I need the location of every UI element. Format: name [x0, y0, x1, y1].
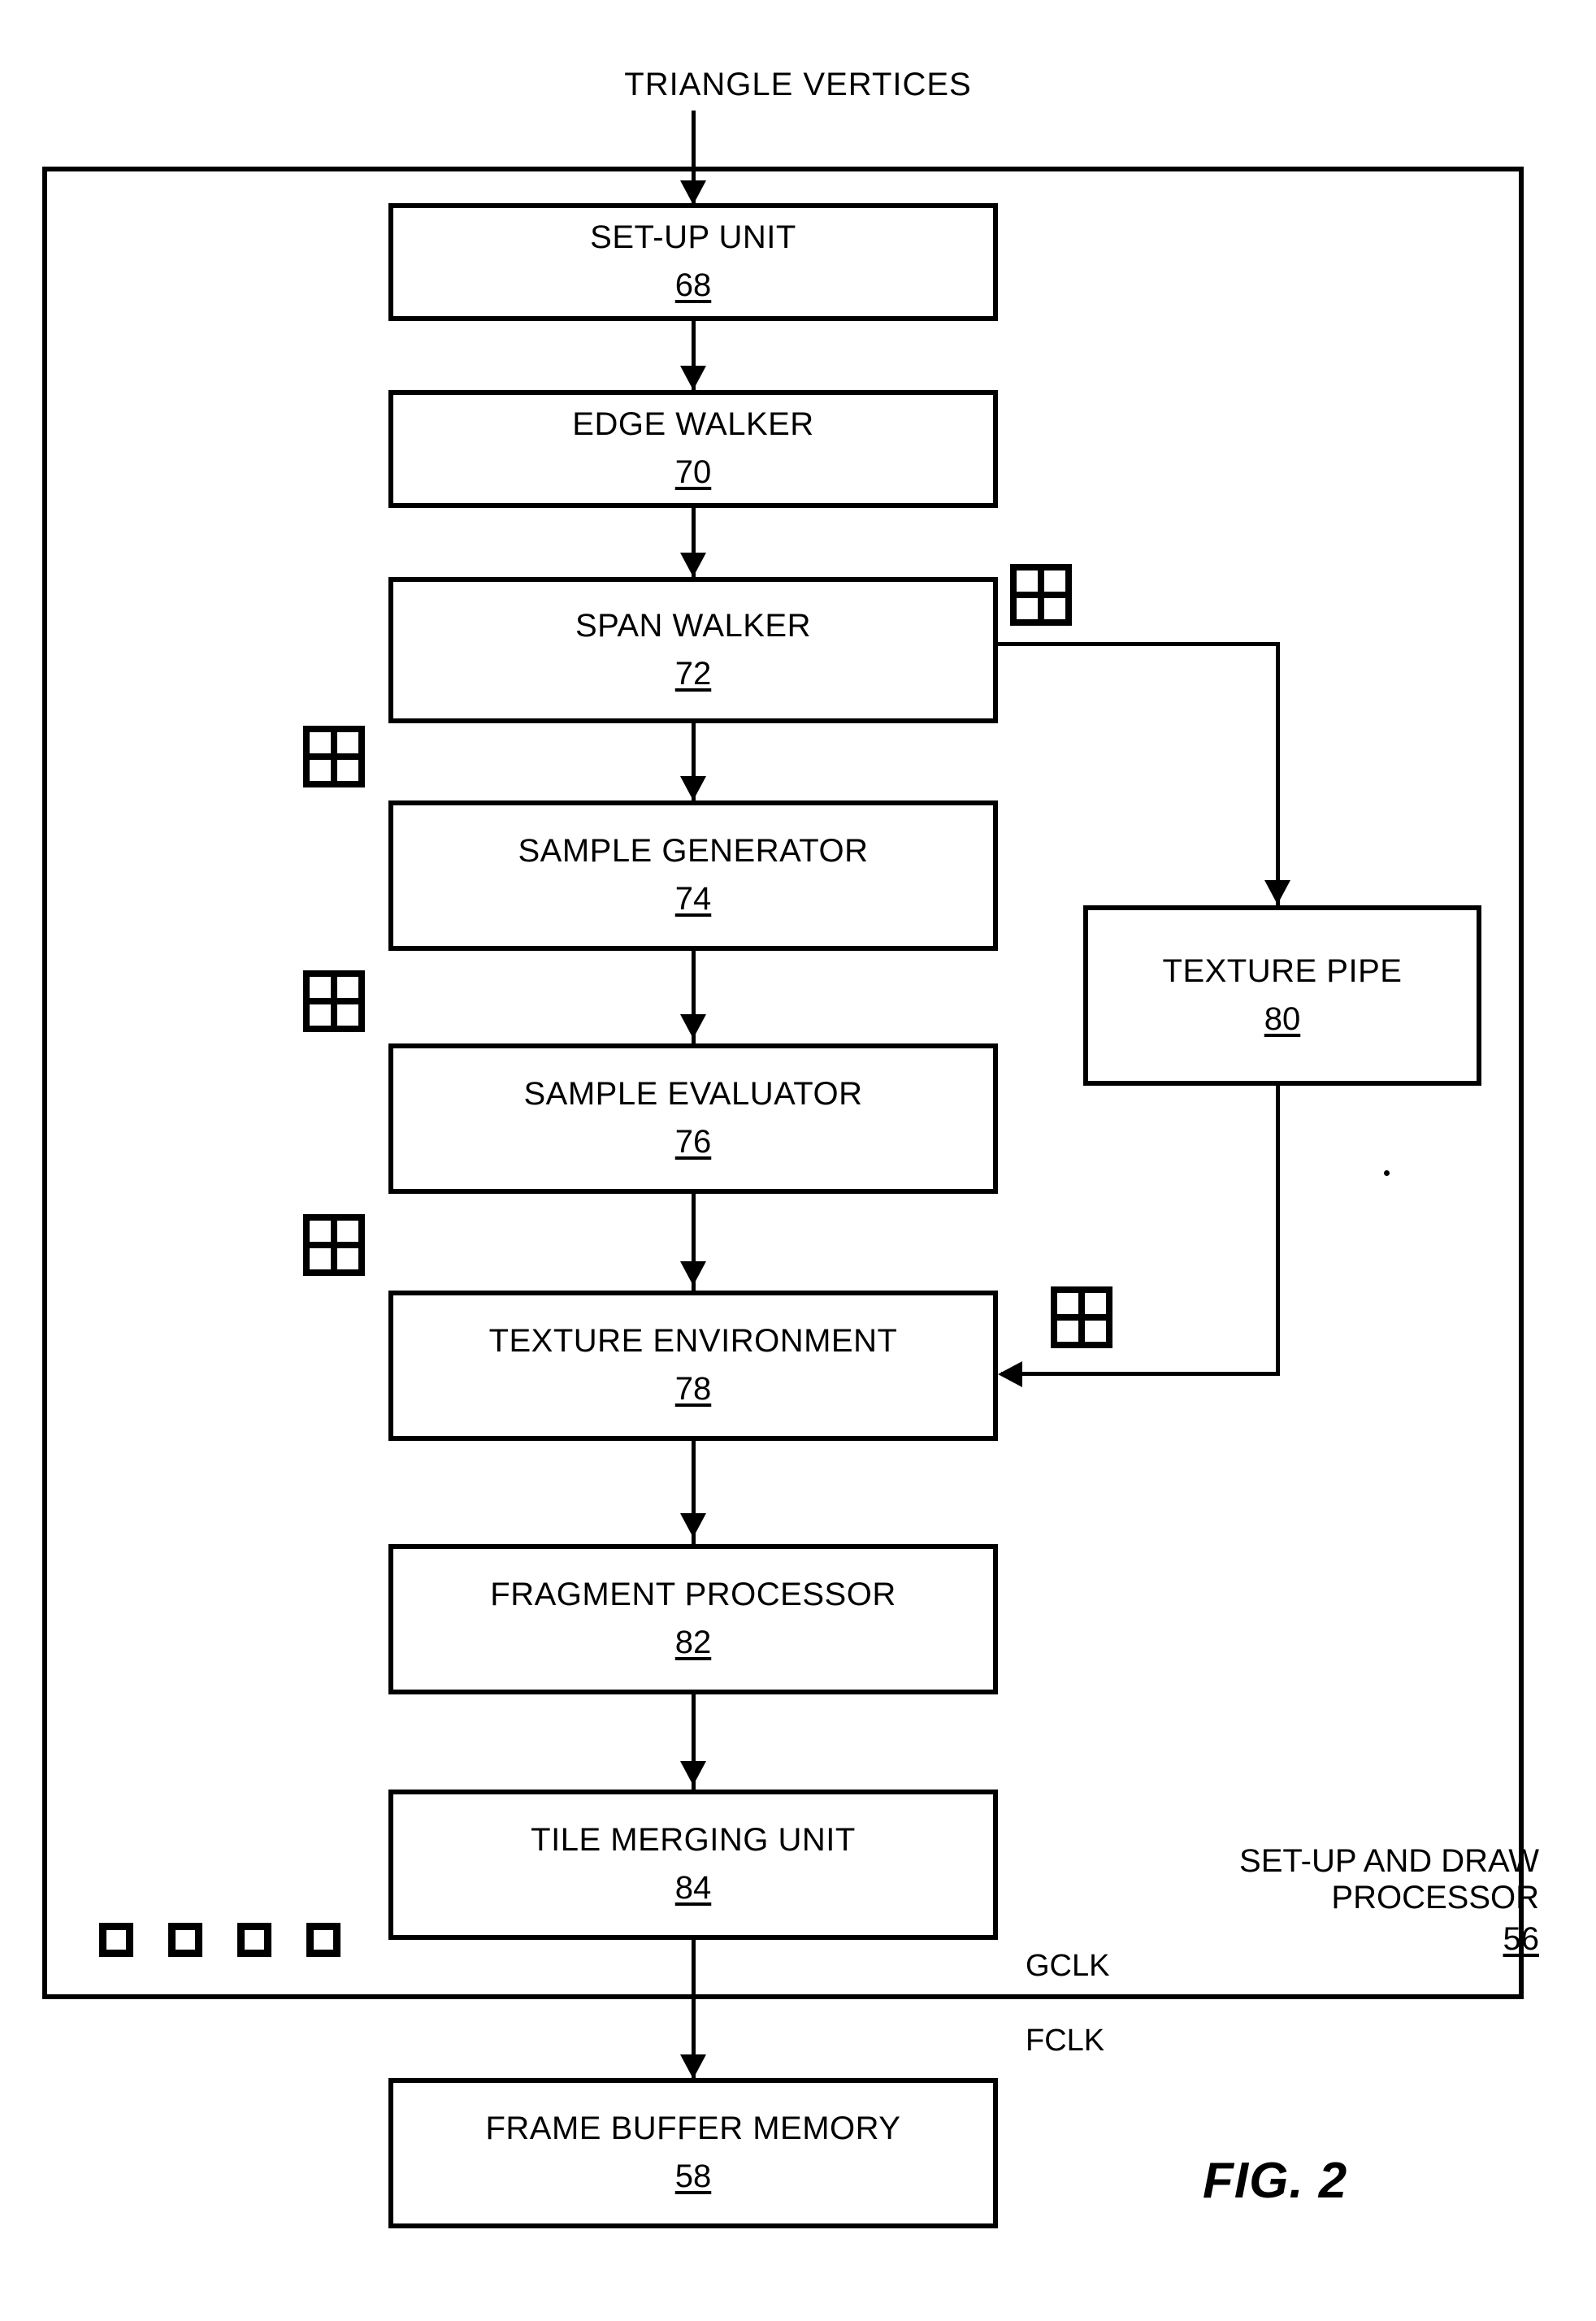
block-ref-number: 70 — [674, 454, 712, 490]
arrowhead-samplegenerator-to-sampleevaluator — [680, 1014, 706, 1039]
arrowhead-fragmentprocessor-to-tilemerging — [680, 1761, 706, 1785]
block-title: SPAN WALKER — [575, 607, 811, 644]
arrowhead-texturepipe-to-textureenvironment — [998, 1361, 1022, 1387]
sample-tile-grid-icon-sample-generator — [303, 726, 365, 787]
block-title: TEXTURE ENVIRONMENT — [488, 1323, 898, 1359]
block-ref-number: 80 — [1264, 1000, 1301, 1037]
block-ref-number: 68 — [674, 267, 712, 303]
pixel-square-icon-4 — [306, 1923, 340, 1957]
arrowhead-spanwalker-to-samplegenerator — [680, 776, 706, 800]
figure-canvas: TRIANGLE VERTICES SET-UP UNIT 68 EDGE WA… — [0, 0, 1596, 2321]
block-title: FRAGMENT PROCESSOR — [490, 1577, 896, 1612]
block-frame-buffer-memory[interactable]: FRAME BUFFER MEMORY 58 — [388, 2078, 998, 2228]
block-sample-generator[interactable]: SAMPLE GENERATOR 74 — [388, 800, 998, 951]
sample-tile-grid-icon-span-walker — [1010, 564, 1072, 626]
pixel-square-icon-1 — [99, 1923, 133, 1957]
sample-tile-grid-icon-sample-evaluator — [303, 970, 365, 1032]
gclk-label: GCLK — [1026, 1949, 1110, 1983]
pixel-square-icon-2 — [168, 1923, 202, 1957]
arrowhead-tilemerging-to-framebuffer — [680, 2054, 706, 2079]
arrowhead-spanwalker-to-texturepipe — [1264, 880, 1290, 905]
block-edge-walker[interactable]: EDGE WALKER 70 — [388, 390, 998, 508]
container-label-line2: PROCESSOR — [1331, 1879, 1539, 1915]
arrowhead-sampleevaluator-to-textureenvironment — [680, 1261, 706, 1286]
block-title: TILE MERGING UNIT — [531, 1822, 856, 1858]
block-title: EDGE WALKER — [572, 406, 814, 442]
arrowhead-textureenvironment-to-fragmentprocessor — [680, 1513, 706, 1538]
connector-texturepipe-to-textureenvironment-vertical — [1276, 1086, 1280, 1374]
block-set-up-unit[interactable]: SET-UP UNIT 68 — [388, 203, 998, 321]
figure-caption: FIG. 2 — [1203, 2153, 1348, 2209]
block-title: SAMPLE GENERATOR — [518, 833, 869, 869]
block-ref-number: 74 — [674, 881, 712, 917]
arrowhead-edgewalker-to-spanwalker — [680, 553, 706, 577]
block-ref-number: 78 — [674, 1371, 712, 1407]
block-span-walker[interactable]: SPAN WALKER 72 — [388, 577, 998, 723]
arrowhead-setup-to-edgewalker — [680, 366, 706, 390]
connector-spanwalker-to-texturepipe-vertical — [1276, 642, 1280, 908]
container-label-line1: SET-UP AND DRAW — [1239, 1843, 1539, 1879]
sample-tile-grid-icon-texture-environment-left — [303, 1214, 365, 1276]
block-fragment-processor[interactable]: FRAGMENT PROCESSOR 82 — [388, 1544, 998, 1694]
input-label: TRIANGLE VERTICES — [624, 67, 972, 102]
block-title: FRAME BUFFER MEMORY — [485, 2111, 901, 2146]
fclk-label: FCLK — [1026, 2024, 1105, 2058]
scan-artifact-dot — [1384, 1170, 1390, 1176]
block-ref-number: 58 — [674, 2158, 712, 2194]
block-texture-environment[interactable]: TEXTURE ENVIRONMENT 78 — [388, 1291, 998, 1441]
block-ref-number: 82 — [674, 1625, 712, 1660]
block-title: SET-UP UNIT — [590, 219, 796, 255]
block-title: TEXTURE PIPE — [1162, 952, 1403, 989]
block-sample-evaluator[interactable]: SAMPLE EVALUATOR 76 — [388, 1043, 998, 1194]
connector-texturepipe-to-textureenvironment-horizontal — [1001, 1372, 1280, 1376]
block-ref-number: 76 — [674, 1124, 712, 1160]
block-title: SAMPLE EVALUATOR — [523, 1076, 863, 1112]
sample-tile-grid-icon-texture-environment-right — [1051, 1286, 1112, 1348]
block-texture-pipe[interactable]: TEXTURE PIPE 80 — [1083, 905, 1481, 1086]
pixel-square-icon-3 — [237, 1923, 271, 1957]
connector-spanwalker-to-texturepipe-horizontal — [998, 642, 1280, 646]
block-tile-merging-unit[interactable]: TILE MERGING UNIT 84 — [388, 1790, 998, 1940]
container-ref-number: 56 — [1503, 1920, 1540, 1957]
block-ref-number: 84 — [674, 1870, 712, 1906]
block-ref-number: 72 — [674, 655, 712, 692]
container-label: SET-UP AND DRAW PROCESSOR 56 — [1165, 1843, 1539, 1957]
